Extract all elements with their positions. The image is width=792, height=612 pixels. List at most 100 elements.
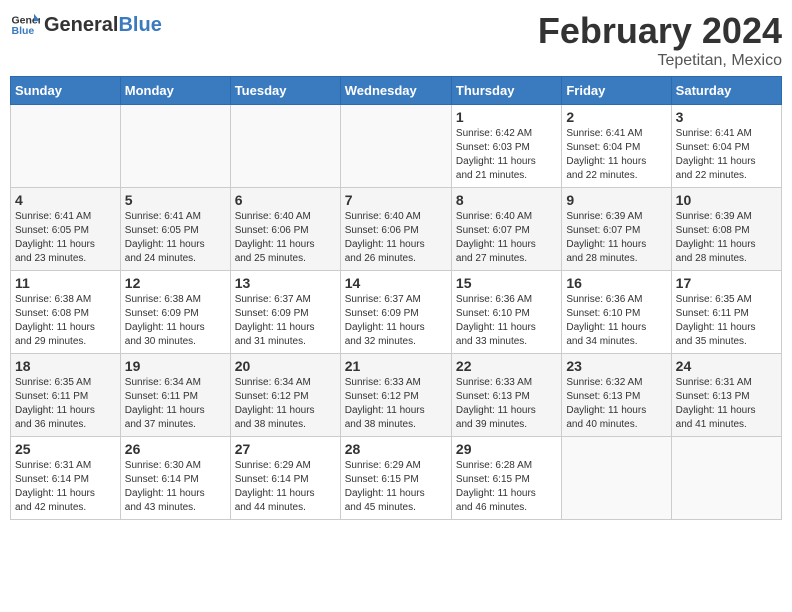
calendar-cell: 11 Sunrise: 6:38 AM Sunset: 6:08 PM Dayli…: [11, 271, 121, 354]
calendar-cell: [562, 437, 671, 520]
weekday-header-saturday: Saturday: [671, 77, 781, 105]
logo-icon: General Blue: [10, 10, 40, 40]
calendar-cell: 21 Sunrise: 6:33 AM Sunset: 6:12 PM Dayli…: [340, 354, 451, 437]
calendar-cell: 23Sunrise: 6:32 AM Sunset: 6:13 PM Dayli…: [562, 354, 671, 437]
calendar-cell: [671, 437, 781, 520]
calendar-cell: 13Sunrise: 6:37 AM Sunset: 6:09 PM Dayli…: [230, 271, 340, 354]
day-number: 5: [125, 192, 226, 208]
day-number: 14: [345, 275, 447, 291]
weekday-header-sunday: Sunday: [11, 77, 121, 105]
day-number: 1: [456, 109, 557, 125]
day-info: Sunrise: 6:38 AM Sunset: 6:08 PM Dayligh…: [15, 293, 116, 349]
weekday-header-friday: Friday: [562, 77, 671, 105]
day-number: 22: [456, 358, 557, 374]
day-info: Sunrise: 6:36 AM Sunset: 6:10 PM Dayligh…: [566, 293, 666, 349]
day-number: 28: [345, 441, 447, 457]
calendar-cell: [120, 105, 230, 188]
day-info: Sunrise: 6:38 AM Sunset: 6:09 PM Dayligh…: [125, 293, 226, 349]
day-number: 7: [345, 192, 447, 208]
day-number: 26: [125, 441, 226, 457]
day-number: 18: [15, 358, 116, 374]
weekday-header-wednesday: Wednesday: [340, 77, 451, 105]
day-info: Sunrise: 6:31 AM Sunset: 6:13 PM Dayligh…: [676, 376, 777, 432]
day-number: 13: [235, 275, 336, 291]
day-info: Sunrise: 6:33 AM Sunset: 6:13 PM Dayligh…: [456, 376, 557, 432]
day-number: 20: [235, 358, 336, 374]
calendar-cell: [340, 105, 451, 188]
weekday-header-row: SundayMondayTuesdayWednesdayThursdayFrid…: [11, 77, 782, 105]
calendar-cell: 22 Sunrise: 6:33 AM Sunset: 6:13 PM Dayli…: [451, 354, 561, 437]
calendar-cell: 10Sunrise: 6:39 AM Sunset: 6:08 PM Dayli…: [671, 188, 781, 271]
page-header: General Blue GeneralBlue February 2024 T…: [10, 10, 782, 70]
calendar-cell: 26 Sunrise: 6:30 AM Sunset: 6:14 PM Dayli…: [120, 437, 230, 520]
day-number: 9: [566, 192, 666, 208]
day-number: 4: [15, 192, 116, 208]
calendar-cell: 1 Sunrise: 6:42 AM Sunset: 6:03 PM Daylig…: [451, 105, 561, 188]
title-section: February 2024 Tepetitan, Mexico: [538, 10, 782, 70]
calendar-cell: 8 Sunrise: 6:40 AM Sunset: 6:07 PM Daylig…: [451, 188, 561, 271]
day-number: 12: [125, 275, 226, 291]
calendar-cell: 29Sunrise: 6:28 AM Sunset: 6:15 PM Dayli…: [451, 437, 561, 520]
day-info: Sunrise: 6:39 AM Sunset: 6:07 PM Dayligh…: [566, 210, 666, 266]
calendar-cell: 28 Sunrise: 6:29 AM Sunset: 6:15 PM Dayli…: [340, 437, 451, 520]
day-info: Sunrise: 6:41 AM Sunset: 6:04 PM Dayligh…: [676, 127, 777, 183]
day-info: Sunrise: 6:30 AM Sunset: 6:14 PM Dayligh…: [125, 459, 226, 515]
day-number: 19: [125, 358, 226, 374]
day-info: Sunrise: 6:41 AM Sunset: 6:05 PM Dayligh…: [15, 210, 116, 266]
calendar-cell: 2Sunrise: 6:41 AM Sunset: 6:04 PM Daylig…: [562, 105, 671, 188]
calendar-cell: 9 Sunrise: 6:39 AM Sunset: 6:07 PM Daylig…: [562, 188, 671, 271]
day-info: Sunrise: 6:35 AM Sunset: 6:11 PM Dayligh…: [15, 376, 116, 432]
logo: General Blue GeneralBlue: [10, 10, 162, 40]
calendar-subtitle: Tepetitan, Mexico: [538, 52, 782, 70]
calendar-table: SundayMondayTuesdayWednesdayThursdayFrid…: [10, 76, 782, 520]
day-info: Sunrise: 6:29 AM Sunset: 6:15 PM Dayligh…: [345, 459, 447, 515]
day-info: Sunrise: 6:34 AM Sunset: 6:12 PM Dayligh…: [235, 376, 336, 432]
weekday-header-tuesday: Tuesday: [230, 77, 340, 105]
day-info: Sunrise: 6:41 AM Sunset: 6:04 PM Dayligh…: [566, 127, 666, 183]
day-info: Sunrise: 6:33 AM Sunset: 6:12 PM Dayligh…: [345, 376, 447, 432]
day-info: Sunrise: 6:29 AM Sunset: 6:14 PM Dayligh…: [235, 459, 336, 515]
calendar-week-1: 1 Sunrise: 6:42 AM Sunset: 6:03 PM Daylig…: [11, 105, 782, 188]
calendar-title: February 2024: [538, 10, 782, 52]
calendar-cell: 15 Sunrise: 6:36 AM Sunset: 6:10 PM Dayli…: [451, 271, 561, 354]
calendar-cell: 3 Sunrise: 6:41 AM Sunset: 6:04 PM Daylig…: [671, 105, 781, 188]
calendar-cell: 16Sunrise: 6:36 AM Sunset: 6:10 PM Dayli…: [562, 271, 671, 354]
day-number: 15: [456, 275, 557, 291]
calendar-cell: 4 Sunrise: 6:41 AM Sunset: 6:05 PM Daylig…: [11, 188, 121, 271]
day-info: Sunrise: 6:36 AM Sunset: 6:10 PM Dayligh…: [456, 293, 557, 349]
day-info: Sunrise: 6:32 AM Sunset: 6:13 PM Dayligh…: [566, 376, 666, 432]
day-info: Sunrise: 6:28 AM Sunset: 6:15 PM Dayligh…: [456, 459, 557, 515]
calendar-cell: 20 Sunrise: 6:34 AM Sunset: 6:12 PM Dayli…: [230, 354, 340, 437]
calendar-cell: 19 Sunrise: 6:34 AM Sunset: 6:11 PM Dayli…: [120, 354, 230, 437]
day-info: Sunrise: 6:31 AM Sunset: 6:14 PM Dayligh…: [15, 459, 116, 515]
day-number: 6: [235, 192, 336, 208]
calendar-cell: 24 Sunrise: 6:31 AM Sunset: 6:13 PM Dayli…: [671, 354, 781, 437]
day-number: 17: [676, 275, 777, 291]
day-number: 27: [235, 441, 336, 457]
calendar-cell: 5 Sunrise: 6:41 AM Sunset: 6:05 PM Daylig…: [120, 188, 230, 271]
calendar-cell: 17 Sunrise: 6:35 AM Sunset: 6:11 PM Dayli…: [671, 271, 781, 354]
weekday-header-monday: Monday: [120, 77, 230, 105]
day-info: Sunrise: 6:42 AM Sunset: 6:03 PM Dayligh…: [456, 127, 557, 183]
day-number: 21: [345, 358, 447, 374]
day-number: 24: [676, 358, 777, 374]
day-number: 3: [676, 109, 777, 125]
calendar-cell: [11, 105, 121, 188]
day-info: Sunrise: 6:40 AM Sunset: 6:07 PM Dayligh…: [456, 210, 557, 266]
day-number: 11: [15, 275, 116, 291]
calendar-cell: [230, 105, 340, 188]
day-info: Sunrise: 6:40 AM Sunset: 6:06 PM Dayligh…: [235, 210, 336, 266]
calendar-cell: 25 Sunrise: 6:31 AM Sunset: 6:14 PM Dayli…: [11, 437, 121, 520]
calendar-week-3: 11 Sunrise: 6:38 AM Sunset: 6:08 PM Dayli…: [11, 271, 782, 354]
calendar-week-4: 18 Sunrise: 6:35 AM Sunset: 6:11 PM Dayli…: [11, 354, 782, 437]
calendar-cell: 18 Sunrise: 6:35 AM Sunset: 6:11 PM Dayli…: [11, 354, 121, 437]
day-number: 10: [676, 192, 777, 208]
day-number: 8: [456, 192, 557, 208]
day-info: Sunrise: 6:35 AM Sunset: 6:11 PM Dayligh…: [676, 293, 777, 349]
logo-text: GeneralBlue: [44, 14, 162, 37]
weekday-header-thursday: Thursday: [451, 77, 561, 105]
day-info: Sunrise: 6:41 AM Sunset: 6:05 PM Dayligh…: [125, 210, 226, 266]
day-info: Sunrise: 6:34 AM Sunset: 6:11 PM Dayligh…: [125, 376, 226, 432]
calendar-cell: 12 Sunrise: 6:38 AM Sunset: 6:09 PM Dayli…: [120, 271, 230, 354]
day-number: 25: [15, 441, 116, 457]
